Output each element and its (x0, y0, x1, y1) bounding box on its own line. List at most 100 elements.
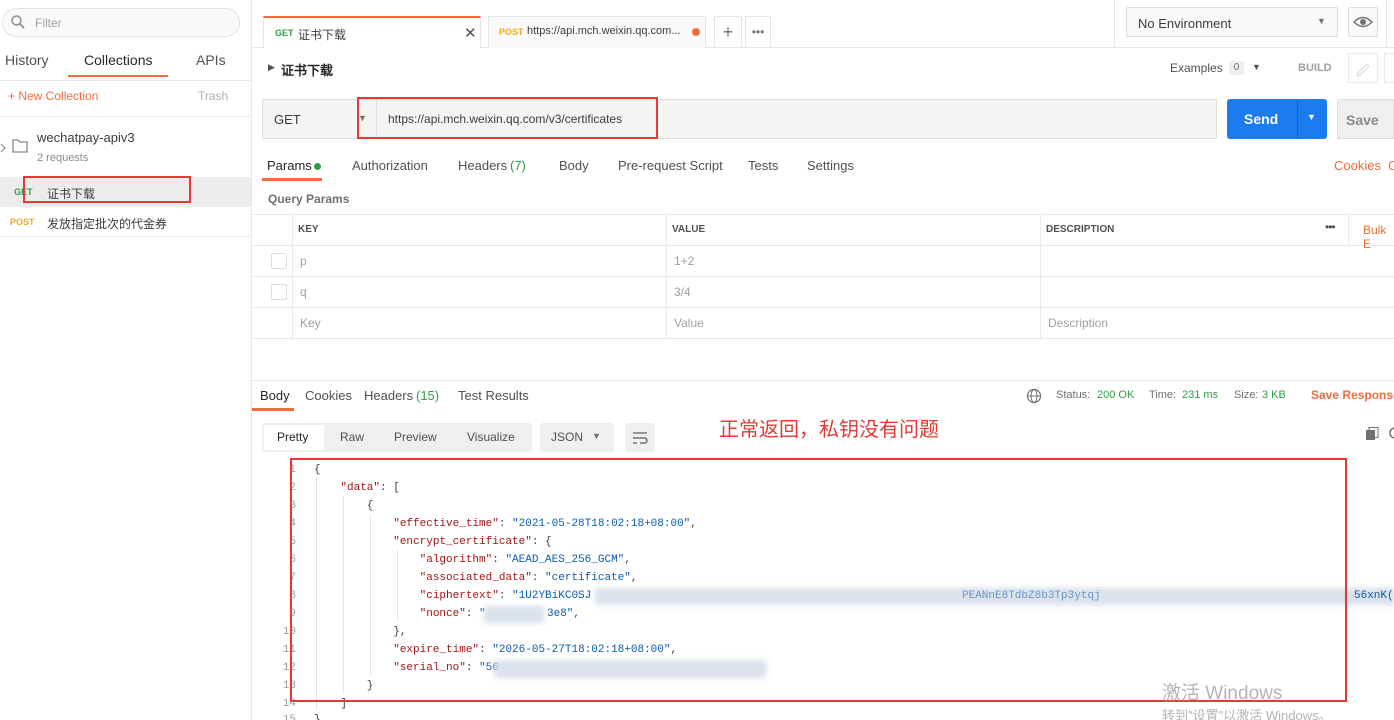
chevron-right-icon[interactable] (0, 142, 6, 156)
key-placeholder[interactable]: Key (300, 316, 321, 330)
chevron-right-icon[interactable]: ▶ (268, 62, 275, 73)
unsaved-dot-icon (692, 28, 700, 36)
view-preview[interactable]: Preview (394, 430, 437, 444)
description-placeholder[interactable]: Description (1048, 316, 1108, 330)
sidebar-request-post[interactable]: POST 发放指定批次的代金券 (0, 207, 251, 237)
param-key[interactable]: q (300, 285, 307, 299)
code-link[interactable]: C (1388, 158, 1394, 173)
tab-body[interactable]: Body (559, 158, 589, 173)
response-tab-cookies[interactable]: Cookies (305, 388, 352, 403)
param-checkbox[interactable] (271, 253, 287, 269)
chevron-down-icon[interactable]: ▼ (1252, 62, 1261, 72)
postman-window: Filter History Collections APIs + New Co… (0, 0, 1394, 720)
view-raw[interactable]: Raw (340, 430, 364, 444)
param-value[interactable]: 3/4 (674, 285, 691, 299)
wrap-lines-button[interactable] (625, 423, 655, 452)
tab-params[interactable]: Params (267, 158, 312, 173)
tab-tests[interactable]: Tests (748, 158, 778, 173)
method-badge: GET (275, 28, 294, 38)
request-tab-active[interactable]: GET 证书下载 ✕ (263, 16, 481, 48)
table-border (252, 338, 1394, 339)
method-badge: POST (499, 27, 524, 37)
tab-settings[interactable]: Settings (807, 158, 854, 173)
chevron-down-icon[interactable]: ▼ (1307, 112, 1316, 122)
params-active-dot-icon (314, 163, 321, 170)
active-tab-indicator (68, 75, 168, 77)
value-placeholder[interactable]: Value (674, 316, 704, 330)
view-visualize[interactable]: Visualize (467, 430, 515, 444)
collection-request-count: 2 requests (37, 152, 89, 164)
divider (1386, 0, 1387, 48)
save-label: Save (1346, 112, 1379, 128)
globe-icon (1026, 388, 1042, 407)
tab-collections[interactable]: Collections (84, 52, 152, 68)
trash-button[interactable]: Trash (198, 89, 228, 103)
code-line: } (314, 714, 321, 720)
examples-button[interactable]: Examples (1170, 61, 1223, 75)
send-button[interactable]: Send ▼ (1227, 99, 1327, 139)
param-checkbox[interactable] (271, 284, 287, 300)
code-fragment: 56xnK( (1354, 590, 1394, 602)
filter-placeholder: Filter (35, 16, 62, 30)
chevron-down-icon: ▼ (592, 431, 601, 441)
annotation-text: 正常返回，私钥没有问题 (719, 419, 939, 441)
bulk-edit-link[interactable]: Bulk E (1363, 223, 1394, 251)
sidebar: Filter History Collections APIs + New Co… (0, 0, 252, 720)
response-tab-headers[interactable]: Headers (364, 388, 413, 403)
format-select[interactable]: JSON ▼ (540, 423, 614, 452)
cookies-link[interactable]: Cookies (1334, 158, 1381, 173)
tab-authorization[interactable]: Authorization (352, 158, 428, 173)
new-tab-plus-icon[interactable]: + (714, 16, 742, 48)
method-badge: POST (10, 217, 35, 227)
comment-icon[interactable] (1384, 53, 1394, 83)
size-label: Size: (1234, 389, 1259, 401)
active-tab-indicator (252, 408, 294, 411)
tab-history[interactable]: History (5, 52, 49, 68)
activation-watermark-title: 激活 Windows (1162, 683, 1283, 704)
table-border (1040, 214, 1041, 338)
tab-pre-request-script[interactable]: Pre-request Script (618, 158, 723, 173)
view-pretty[interactable]: Pretty (277, 430, 308, 444)
line-number: 15 (282, 714, 296, 720)
environment-select[interactable]: No Environment ▼ (1126, 7, 1338, 37)
time-value: 231 ms (1182, 389, 1219, 401)
response-tab-test-results[interactable]: Test Results (458, 388, 529, 403)
headers-count: (7) (510, 158, 526, 173)
param-value[interactable]: 1+2 (674, 254, 694, 268)
build-tab[interactable]: BUILD (1298, 62, 1332, 74)
folder-icon (12, 139, 28, 156)
save-response-button[interactable]: Save Response (1311, 388, 1394, 402)
wrap-icon (631, 429, 649, 450)
send-label: Send (1244, 111, 1279, 127)
more-options-icon[interactable]: ••• (1325, 220, 1336, 234)
search-icon[interactable] (1388, 427, 1394, 444)
request-tabs-bar: GET 证书下载 ✕ POST https://api.mch.weixin.q… (252, 0, 1394, 48)
view-mode-bar: Pretty Raw Preview Visualize (262, 423, 532, 452)
more-tabs-icon[interactable]: ••• (745, 16, 771, 48)
new-collection-button[interactable]: + New Collection (8, 89, 98, 103)
highlight-box (23, 176, 191, 203)
tab-apis[interactable]: APIs (196, 52, 226, 68)
table-border (292, 214, 293, 338)
divider (0, 116, 251, 117)
table-border (252, 307, 1394, 308)
response-tab-body[interactable]: Body (260, 388, 290, 403)
collection-name[interactable]: wechatpay-apiv3 (37, 130, 135, 145)
tab-headers[interactable]: Headers (458, 158, 507, 173)
filter-input[interactable]: Filter (2, 8, 240, 37)
activation-watermark-subtitle: 转到"设置"以激活 Windows。 (1162, 708, 1332, 720)
param-key[interactable]: p (300, 254, 307, 268)
format-value: JSON (551, 430, 584, 444)
column-header-description: DESCRIPTION (1046, 224, 1115, 235)
copy-icon[interactable] (1365, 427, 1379, 444)
save-button[interactable]: Save (1337, 99, 1394, 139)
close-icon[interactable]: ✕ (464, 24, 477, 42)
method-select[interactable]: GET (274, 112, 301, 127)
column-header-value: VALUE (672, 224, 706, 235)
request-tab[interactable]: POST https://api.mch.weixin.qq.com... (488, 16, 706, 48)
divider (1114, 0, 1115, 48)
edit-icon[interactable] (1348, 53, 1378, 83)
table-border (252, 276, 1394, 277)
eye-icon[interactable] (1348, 7, 1378, 37)
query-params-heading: Query Params (268, 192, 350, 206)
